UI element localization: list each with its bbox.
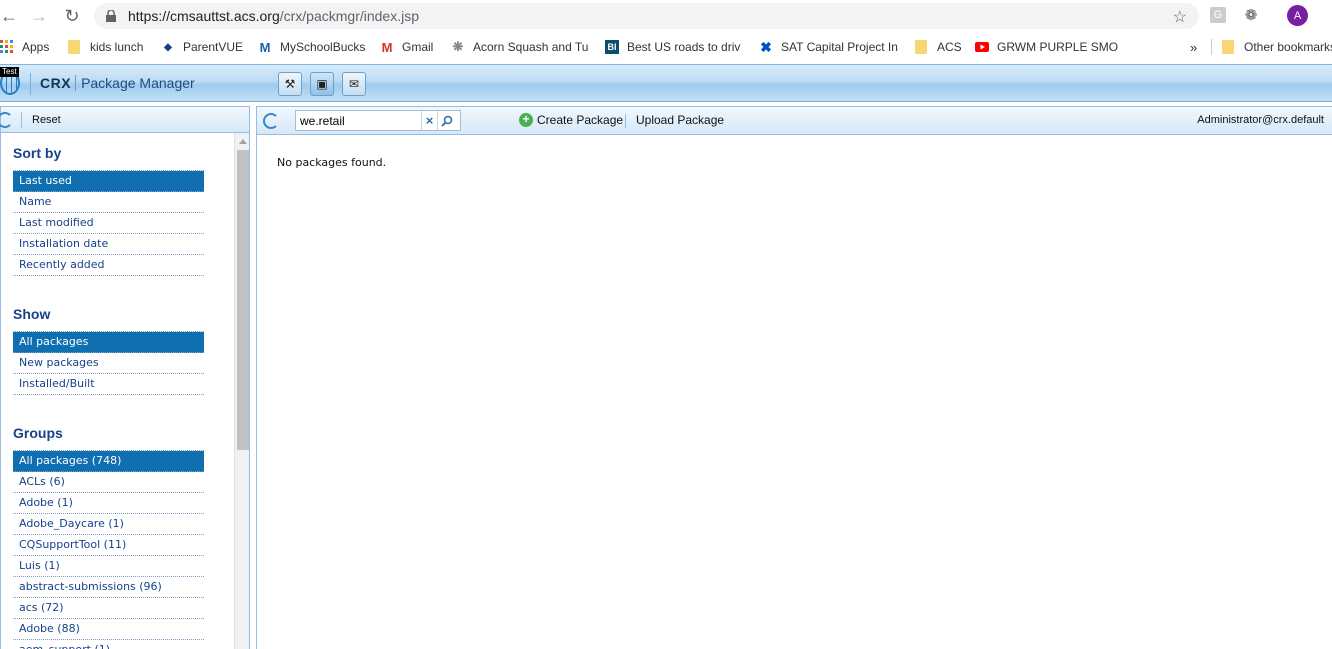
plus-icon: + <box>519 113 533 127</box>
clear-search-icon[interactable]: × <box>421 111 437 130</box>
bookmark-sat-capital[interactable]: ✖ SAT Capital Project In <box>759 38 898 56</box>
forward-button[interactable]: → <box>26 3 52 29</box>
create-package-button[interactable]: + Create Package <box>519 113 623 127</box>
sort-item-installation-date[interactable]: Installation date <box>13 234 204 255</box>
extension-g-icon[interactable]: G <box>1210 7 1226 23</box>
extension-swirl-icon[interactable]: ❁ <box>1243 7 1259 24</box>
group-item[interactable]: Adobe_Daycare (1) <box>13 514 204 535</box>
sort-item-last-used[interactable]: Last used <box>13 171 204 192</box>
upload-package-button[interactable]: Upload Package <box>636 113 724 127</box>
sort-list: Last used Name Last modified Installatio… <box>13 170 204 276</box>
environment-badge: Test <box>0 67 19 77</box>
show-item-all-packages[interactable]: All packages <box>13 332 204 353</box>
groups-title: Groups <box>13 425 63 441</box>
gmail-icon: M <box>381 39 393 55</box>
group-item[interactable]: Luis (1) <box>13 556 204 577</box>
address-bar[interactable]: https://cmsauttst.acs.org/crx/packmgr/in… <box>94 3 1199 29</box>
bookmark-acorn-squash[interactable]: ❋ Acorn Squash and Tu <box>451 38 589 56</box>
refresh-icon[interactable] <box>263 112 279 129</box>
group-item[interactable]: ACLs (6) <box>13 472 204 493</box>
group-item[interactable]: aem_support (1) <box>13 640 204 649</box>
group-item[interactable]: acs (72) <box>13 598 204 619</box>
bookmark-kids-lunch[interactable]: kids lunch <box>68 38 143 56</box>
bi-icon: BI <box>605 40 619 54</box>
lock-icon <box>106 9 116 22</box>
current-user: Administrator@crx.default <box>1197 114 1324 126</box>
group-item[interactable]: All packages (748) <box>13 451 204 472</box>
browser-toolbar: ← → ↻ https://cmsauttst.acs.org/crx/pack… <box>0 0 1332 32</box>
toolbar-separator <box>625 114 626 128</box>
reload-button[interactable]: ↻ <box>59 3 85 29</box>
bookmark-best-us-roads[interactable]: BI Best US roads to driv <box>605 38 740 56</box>
myschoolbucks-icon: M <box>259 39 271 55</box>
sort-item-recently-added[interactable]: Recently added <box>13 255 204 276</box>
bookmark-star-icon[interactable]: ☆ <box>1173 7 1187 27</box>
youtube-icon <box>975 40 989 54</box>
search-input[interactable] <box>296 111 421 130</box>
folder-icon <box>1222 40 1234 54</box>
package-manager-button[interactable]: ▣ <box>310 72 334 96</box>
bookmark-other[interactable]: Other bookmarks <box>1222 38 1332 56</box>
package-share-button[interactable]: ✉ <box>342 72 366 96</box>
bookmarks-overflow-button[interactable]: » <box>1190 38 1197 56</box>
refresh-icon[interactable] <box>0 111 13 128</box>
app-title: CRX Package Manager <box>40 75 195 91</box>
acorn-icon: ❋ <box>452 39 464 54</box>
scroll-up-arrow-icon[interactable] <box>239 139 247 144</box>
folder-icon <box>68 40 80 54</box>
share-icon: ✉ <box>348 77 360 91</box>
bookmark-myschoolbucks[interactable]: M MySchoolBucks <box>258 38 366 56</box>
bookmarks-bar: Apps kids lunch ◆ ParentVUE M MySchoolBu… <box>0 36 1332 58</box>
group-item[interactable]: CQSupportTool (11) <box>13 535 204 556</box>
show-item-new-packages[interactable]: New packages <box>13 353 204 374</box>
group-item[interactable]: Adobe (1) <box>13 493 204 514</box>
sort-item-name[interactable]: Name <box>13 192 204 213</box>
bookmark-parentvue[interactable]: ◆ ParentVUE <box>161 38 243 56</box>
package-search: × <box>295 110 461 131</box>
bookmark-acs[interactable]: ACS <box>915 38 962 56</box>
tools-icon: ⚒ <box>284 77 296 91</box>
group-item[interactable]: Adobe (88) <box>13 619 204 640</box>
bookmarks-divider <box>1211 39 1212 55</box>
url-text: https://cmsauttst.acs.org/crx/packmgr/in… <box>128 8 420 24</box>
search-icon[interactable] <box>437 111 455 130</box>
empty-message: No packages found. <box>277 156 387 169</box>
left-toolbar: Reset <box>0 106 250 133</box>
scroll-thumb[interactable] <box>237 150 249 450</box>
show-list: All packages New packages Installed/Buil… <box>13 331 204 395</box>
filter-panel: Sort by Last used Name Last modified Ins… <box>0 133 250 649</box>
folder-icon <box>915 40 927 54</box>
bookmark-grwm[interactable]: GRWM PURPLE SMO <box>975 38 1118 56</box>
sort-item-last-modified[interactable]: Last modified <box>13 213 204 234</box>
sort-by-title: Sort by <box>13 145 62 161</box>
crx-header: Test CRX Package Manager ⚒ ▣ ✉ <box>0 64 1332 102</box>
header-divider <box>30 73 31 95</box>
main-toolbar: × + Create Package Upload Package Admini… <box>256 106 1332 135</box>
package-icon: ▣ <box>316 77 328 91</box>
confluence-icon: ✖ <box>760 38 772 55</box>
parentvue-icon: ◆ <box>164 41 172 53</box>
toolbar-separator <box>21 111 22 128</box>
create-package-label: Create Package <box>537 113 624 127</box>
group-item[interactable]: abstract-submissions (96) <box>13 577 204 598</box>
back-button[interactable]: ← <box>0 3 22 29</box>
apps-grid-icon <box>0 40 14 54</box>
reset-button[interactable]: Reset <box>32 114 61 126</box>
profile-avatar[interactable]: A <box>1287 5 1308 26</box>
bookmark-apps[interactable]: Apps <box>0 38 49 56</box>
groups-list: All packages (748) ACLs (6) Adobe (1) Ad… <box>13 450 204 649</box>
show-title: Show <box>13 306 51 322</box>
package-list-panel: No packages found. <box>256 135 1332 649</box>
bookmark-gmail[interactable]: M Gmail <box>380 38 434 56</box>
show-item-installed-built[interactable]: Installed/Built <box>13 374 204 395</box>
tools-button[interactable]: ⚒ <box>278 72 302 96</box>
upload-package-label: Upload Package <box>636 113 725 127</box>
filter-panel-scrollbar[interactable] <box>234 133 249 649</box>
